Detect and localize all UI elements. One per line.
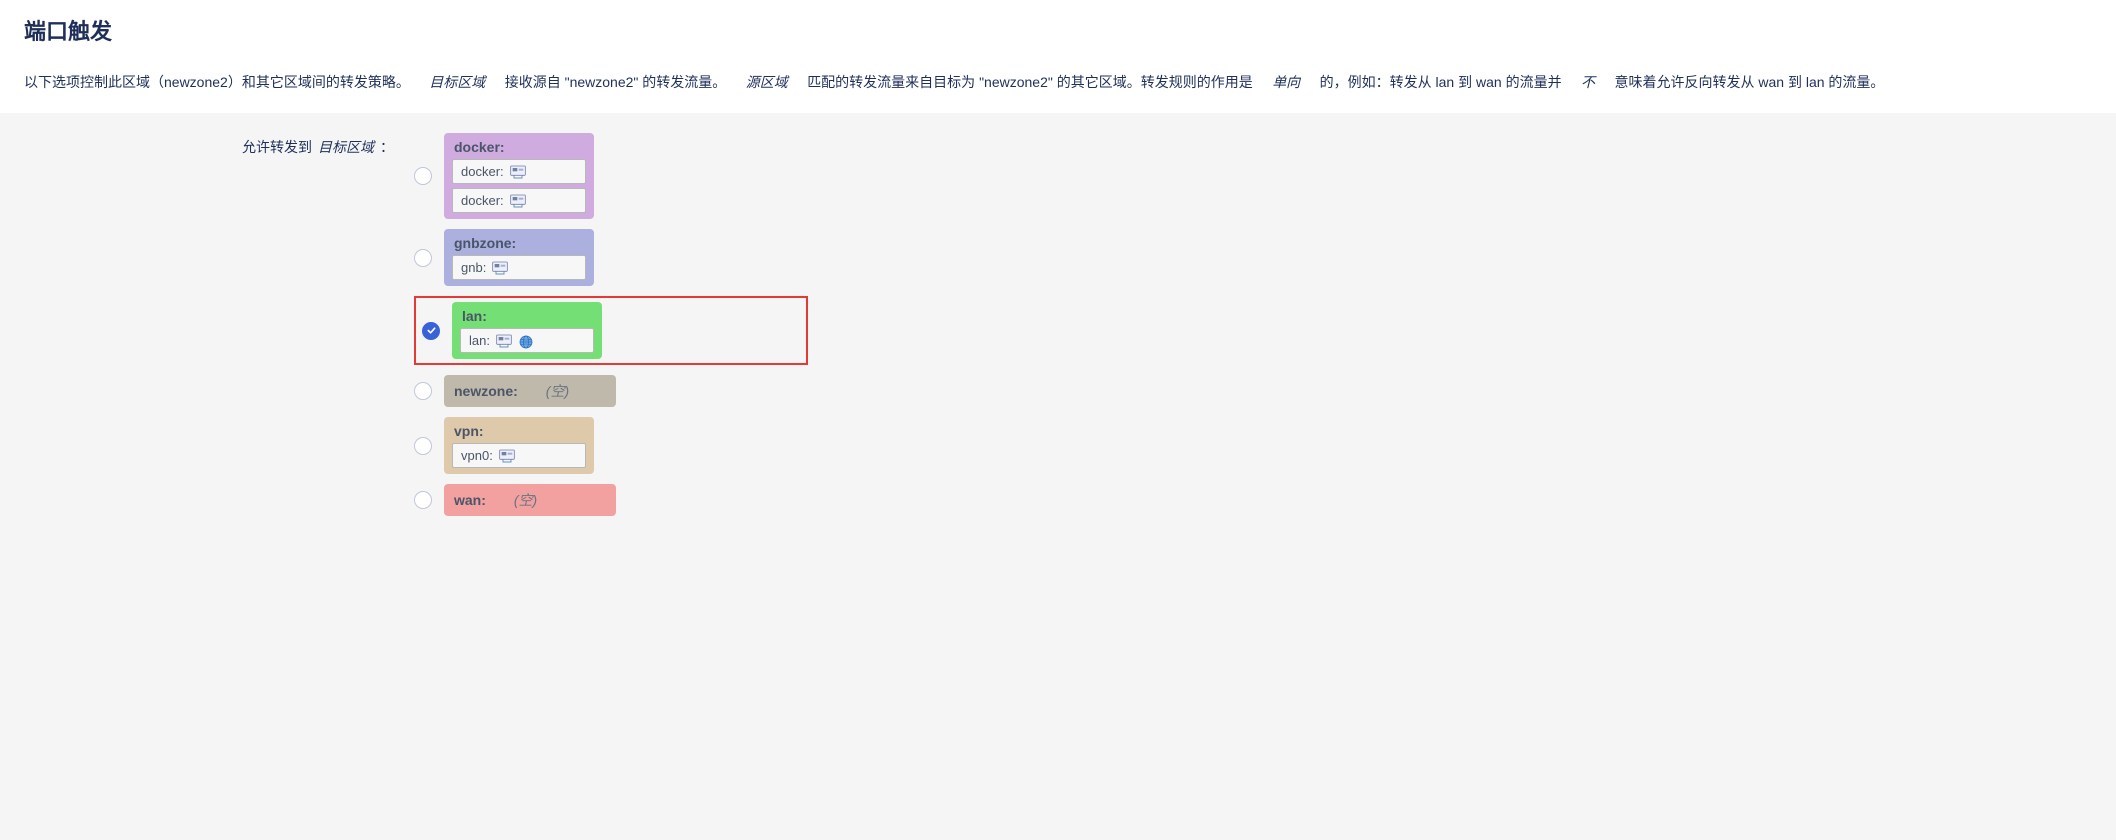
- desc-not: 不: [1581, 74, 1595, 90]
- highlighted-zone: lan: lan:: [414, 296, 808, 365]
- zone-box-wan: wan: (空): [444, 484, 616, 516]
- zone-box-docker: docker: docker: docker:: [444, 133, 594, 219]
- nic-icon: [510, 165, 526, 179]
- zone-row-lan[interactable]: lan: lan:: [422, 302, 798, 359]
- label-colon: ：: [380, 137, 394, 157]
- zone-radio-vpn[interactable]: [414, 437, 432, 455]
- iface-label: vpn0:: [461, 448, 493, 463]
- globe-icon: [518, 334, 534, 348]
- iface-box: docker:: [452, 188, 586, 213]
- zone-title: lan:: [460, 308, 594, 324]
- desc-text: 接收源自 "newzone2" 的转发流量。: [505, 74, 727, 90]
- zone-radio-gnbzone[interactable]: [414, 249, 432, 267]
- desc-text: 以下选项控制此区域（newzone2）和其它区域间的转发策略。: [24, 74, 410, 90]
- iface-box: vpn0:: [452, 443, 586, 468]
- check-icon: [426, 325, 437, 336]
- zone-box-vpn: vpn: vpn0:: [444, 417, 594, 474]
- zone-box-lan: lan: lan:: [452, 302, 602, 359]
- zone-box-newzone: newzone: (空): [444, 375, 616, 407]
- iface-label: gnb:: [461, 260, 486, 275]
- zone-empty-label: (空): [514, 490, 537, 510]
- iface-box: lan:: [460, 328, 594, 353]
- zone-row-newzone[interactable]: newzone: (空): [414, 375, 2092, 407]
- zone-row-wan[interactable]: wan: (空): [414, 484, 2092, 516]
- nic-icon: [496, 334, 512, 348]
- zone-radio-lan[interactable]: [422, 322, 440, 340]
- desc-dest-zone: 目标区域: [429, 74, 485, 90]
- nic-icon: [510, 194, 526, 208]
- desc-text: 意味着允许反向转发从 wan 到 lan 的流量。: [1614, 74, 1884, 90]
- iface-label: docker:: [461, 164, 504, 179]
- desc-src-zone: 源区域: [746, 74, 788, 90]
- nic-icon: [492, 261, 508, 275]
- field-label: 允许转发到 目标区域 ：: [24, 133, 414, 157]
- nic-icon: [499, 449, 515, 463]
- desc-oneway: 单向: [1272, 74, 1300, 90]
- zone-title: newzone:: [454, 383, 518, 399]
- zone-title: docker:: [452, 139, 586, 155]
- zone-radio-docker[interactable]: [414, 167, 432, 185]
- desc-text: 匹配的转发流量来自目标为 "newzone2" 的其它区域。转发规则的作用是: [807, 74, 1253, 90]
- description: 以下选项控制此区域（newzone2）和其它区域间的转发策略。 目标区域 接收源…: [24, 70, 2092, 95]
- zone-row-vpn[interactable]: vpn: vpn0:: [414, 417, 2092, 474]
- zone-title: vpn:: [452, 423, 586, 439]
- page-title: 端口触发: [24, 14, 2092, 46]
- zone-empty-label: (空): [546, 381, 569, 401]
- zone-radio-newzone[interactable]: [414, 382, 432, 400]
- label-pre: 允许转发到: [242, 137, 312, 157]
- zone-options: docker:docker:docker:gnbzone:gnb:lan:lan…: [414, 133, 2092, 526]
- zone-title: wan:: [454, 492, 486, 508]
- desc-text: 的，例如：转发从 lan 到 wan 的流量并: [1320, 74, 1562, 90]
- zone-radio-wan[interactable]: [414, 491, 432, 509]
- iface-label: docker:: [461, 193, 504, 208]
- zone-box-gnbzone: gnbzone: gnb:: [444, 229, 594, 286]
- zone-row-docker[interactable]: docker: docker: docker:: [414, 133, 2092, 219]
- zone-row-gnbzone[interactable]: gnbzone: gnb:: [414, 229, 2092, 286]
- zone-title: gnbzone:: [452, 235, 586, 251]
- iface-box: gnb:: [452, 255, 586, 280]
- iface-label: lan:: [469, 333, 490, 348]
- label-dest: 目标区域: [318, 137, 374, 157]
- iface-box: docker:: [452, 159, 586, 184]
